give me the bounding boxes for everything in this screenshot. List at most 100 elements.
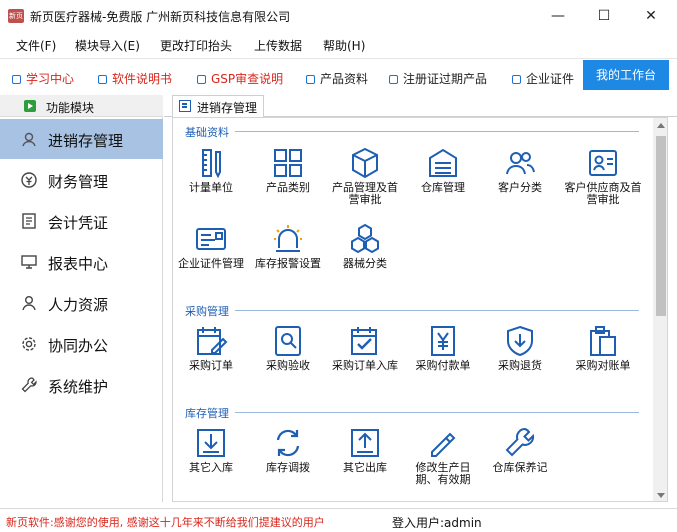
section-title-basic: 基础资料 [185, 126, 229, 139]
tile-label: 采购退货 [498, 359, 542, 372]
quicklink-gsp[interactable]: GSP审查说明 [197, 70, 283, 86]
scroll-up-icon[interactable] [657, 123, 665, 128]
sidebar-item-inventory[interactable]: 进销存管理 [0, 119, 163, 159]
vertical-scrollbar[interactable] [653, 118, 667, 501]
tile-label: 库存报警设置 [255, 257, 321, 270]
calendar-check-icon [351, 327, 377, 355]
section-title-stock: 库存管理 [185, 407, 229, 420]
maximize-button[interactable]: ☐ [581, 0, 627, 32]
tile-label: 器械分类 [343, 257, 387, 270]
sidebar-item-hr[interactable]: 人力资源 [0, 283, 163, 323]
sidebar-item-finance[interactable]: 财务管理 [0, 160, 163, 200]
sidebar-item-label: 会计凭证 [48, 214, 109, 232]
calendar-edit-icon [197, 327, 228, 355]
tile-label: 采购订单入库 [332, 359, 398, 372]
quicklink-label: 企业证件 [526, 72, 575, 86]
clipboard-icon [590, 326, 616, 356]
tile-customer-category[interactable]: 客户分类 [484, 146, 556, 216]
quicklink-company-certs[interactable]: 企业证件 [512, 70, 574, 86]
app-logo-icon: 新页 [8, 9, 24, 23]
scroll-thumb[interactable] [656, 136, 666, 316]
tile-other-outbound[interactable]: 其它出库 [329, 426, 401, 496]
menu-print-header[interactable]: 更改打印抬头 [160, 37, 232, 54]
tile-label: 企业证件管理 [178, 257, 244, 270]
tile-purchase-payment[interactable]: 采购付款单 [407, 324, 479, 394]
sidebar-item-accounting[interactable]: 会计凭证 [0, 201, 163, 241]
tile-purchase-order[interactable]: 采购订单 [175, 324, 247, 394]
sidebar: 功能模块 进销存管理 财务管理 会计凭证 报表中心 人力资源 协同办公 系统维护 [0, 95, 163, 502]
hexagons-icon [351, 223, 379, 254]
quicklink-label: 软件说明书 [112, 72, 173, 86]
menu-file[interactable]: 文件(F) [16, 37, 56, 54]
user-badge-icon [20, 130, 38, 148]
tile-purchase-statement[interactable]: 采购对账单 [561, 324, 645, 394]
tile-label: 采购验收 [266, 359, 310, 372]
tile-product-category[interactable]: 产品类别 [252, 146, 324, 216]
transfer-icon [276, 429, 300, 457]
id-card-icon [196, 228, 226, 250]
tab-inventory-management[interactable]: 进销存管理 [172, 95, 264, 117]
tile-label: 其它出库 [343, 461, 387, 474]
tile-label: 库存调拨 [266, 461, 310, 474]
tile-stock-alarm[interactable]: 库存报警设置 [252, 222, 324, 292]
my-workbench-button[interactable]: 我的工作台 [583, 60, 669, 90]
tile-measure-unit[interactable]: 计量单位 [175, 146, 247, 216]
tile-customer-supplier[interactable]: 客户供应商及首营审批 [561, 146, 645, 216]
minimize-button[interactable]: — [535, 0, 581, 32]
quicklink-learning-center[interactable]: 学习中心 [12, 70, 74, 86]
menu-help[interactable]: 帮助(H) [323, 37, 365, 54]
monitor-icon [20, 253, 38, 271]
tile-other-inbound[interactable]: 其它入库 [175, 426, 247, 496]
tile-purchase-inspection[interactable]: 采购验收 [252, 324, 324, 394]
tile-product-management[interactable]: 产品管理及首营审批 [329, 146, 401, 216]
users-icon [506, 152, 535, 175]
module-panel: 基础资料 计量单位 产品类别 产品管理及首营审批 仓库管理 客户分类 客户供应商… [172, 117, 668, 502]
tile-label: 产品类别 [266, 181, 310, 194]
tile-label: 计量单位 [189, 181, 233, 194]
tile-warehouse-maintenance[interactable]: 仓库保养记 [484, 426, 556, 496]
shield-down-icon [507, 325, 533, 357]
list-icon [179, 100, 191, 112]
menu-bar: 文件(F) 模块导入(E) 更改打印抬头 上传数据 帮助(H) [0, 32, 677, 57]
tab-label: 进销存管理 [197, 101, 258, 115]
quicklink-expired-registrations[interactable]: 注册证过期产品 [389, 70, 487, 86]
tile-label: 客户分类 [498, 181, 542, 194]
tile-company-certs[interactable]: 企业证件管理 [175, 222, 247, 292]
tile-label: 采购对账单 [575, 359, 631, 372]
section-divider [235, 131, 639, 132]
section-divider [235, 412, 639, 413]
checkbox-icon [512, 75, 521, 84]
sidebar-item-label: 报表中心 [48, 255, 109, 273]
sidebar-item-maintenance[interactable]: 系统维护 [0, 365, 163, 405]
money-icon [20, 171, 38, 189]
section-divider [235, 310, 639, 311]
tile-warehouse[interactable]: 仓库管理 [407, 146, 479, 216]
tile-purchase-receipt[interactable]: 采购订单入库 [329, 324, 401, 394]
status-bar: 新页软件:感谢您的使用, 感谢这十几年来不断给我们提建议的用户 登入用户:adm… [0, 508, 677, 532]
menu-module-import[interactable]: 模块导入(E) [75, 37, 140, 54]
sidebar-item-collaboration[interactable]: 协同办公 [0, 324, 163, 364]
tile-label: 修改生产日期、有效期 [415, 461, 471, 486]
section-title-purchase: 采购管理 [185, 305, 229, 318]
quick-links-bar: 学习中心 软件说明书 GSP审查说明 产品资料 注册证过期产品 企业证件 我的工… [0, 58, 677, 94]
quicklink-label: GSP审查说明 [211, 72, 284, 86]
tile-stock-transfer[interactable]: 库存调拨 [252, 426, 324, 496]
tile-purchase-return[interactable]: 采购退货 [484, 324, 556, 394]
tile-edit-dates[interactable]: 修改生产日期、有效期 [407, 426, 479, 496]
tile-label: 客户供应商及首营审批 [564, 181, 642, 206]
tile-device-category[interactable]: 器械分类 [329, 222, 401, 292]
sidebar-item-reports[interactable]: 报表中心 [0, 242, 163, 282]
sidebar-header-label: 功能模块 [46, 101, 95, 115]
sidebar-item-label: 进销存管理 [48, 132, 124, 150]
tile-label: 仓库保养记 [492, 461, 548, 474]
scroll-down-icon[interactable] [657, 493, 665, 498]
quicklink-label: 学习中心 [26, 72, 75, 86]
close-button[interactable]: ✕ [628, 0, 674, 32]
quicklink-manual[interactable]: 软件说明书 [98, 70, 172, 86]
voucher-icon [20, 212, 38, 230]
quicklink-product-info[interactable]: 产品资料 [306, 70, 368, 86]
status-message: 新页软件:感谢您的使用, 感谢这十几年来不断给我们提建议的用户 [6, 516, 325, 529]
menu-upload-data[interactable]: 上传数据 [254, 37, 302, 54]
search-doc-icon [275, 326, 301, 356]
inbox-in-icon [197, 429, 225, 457]
